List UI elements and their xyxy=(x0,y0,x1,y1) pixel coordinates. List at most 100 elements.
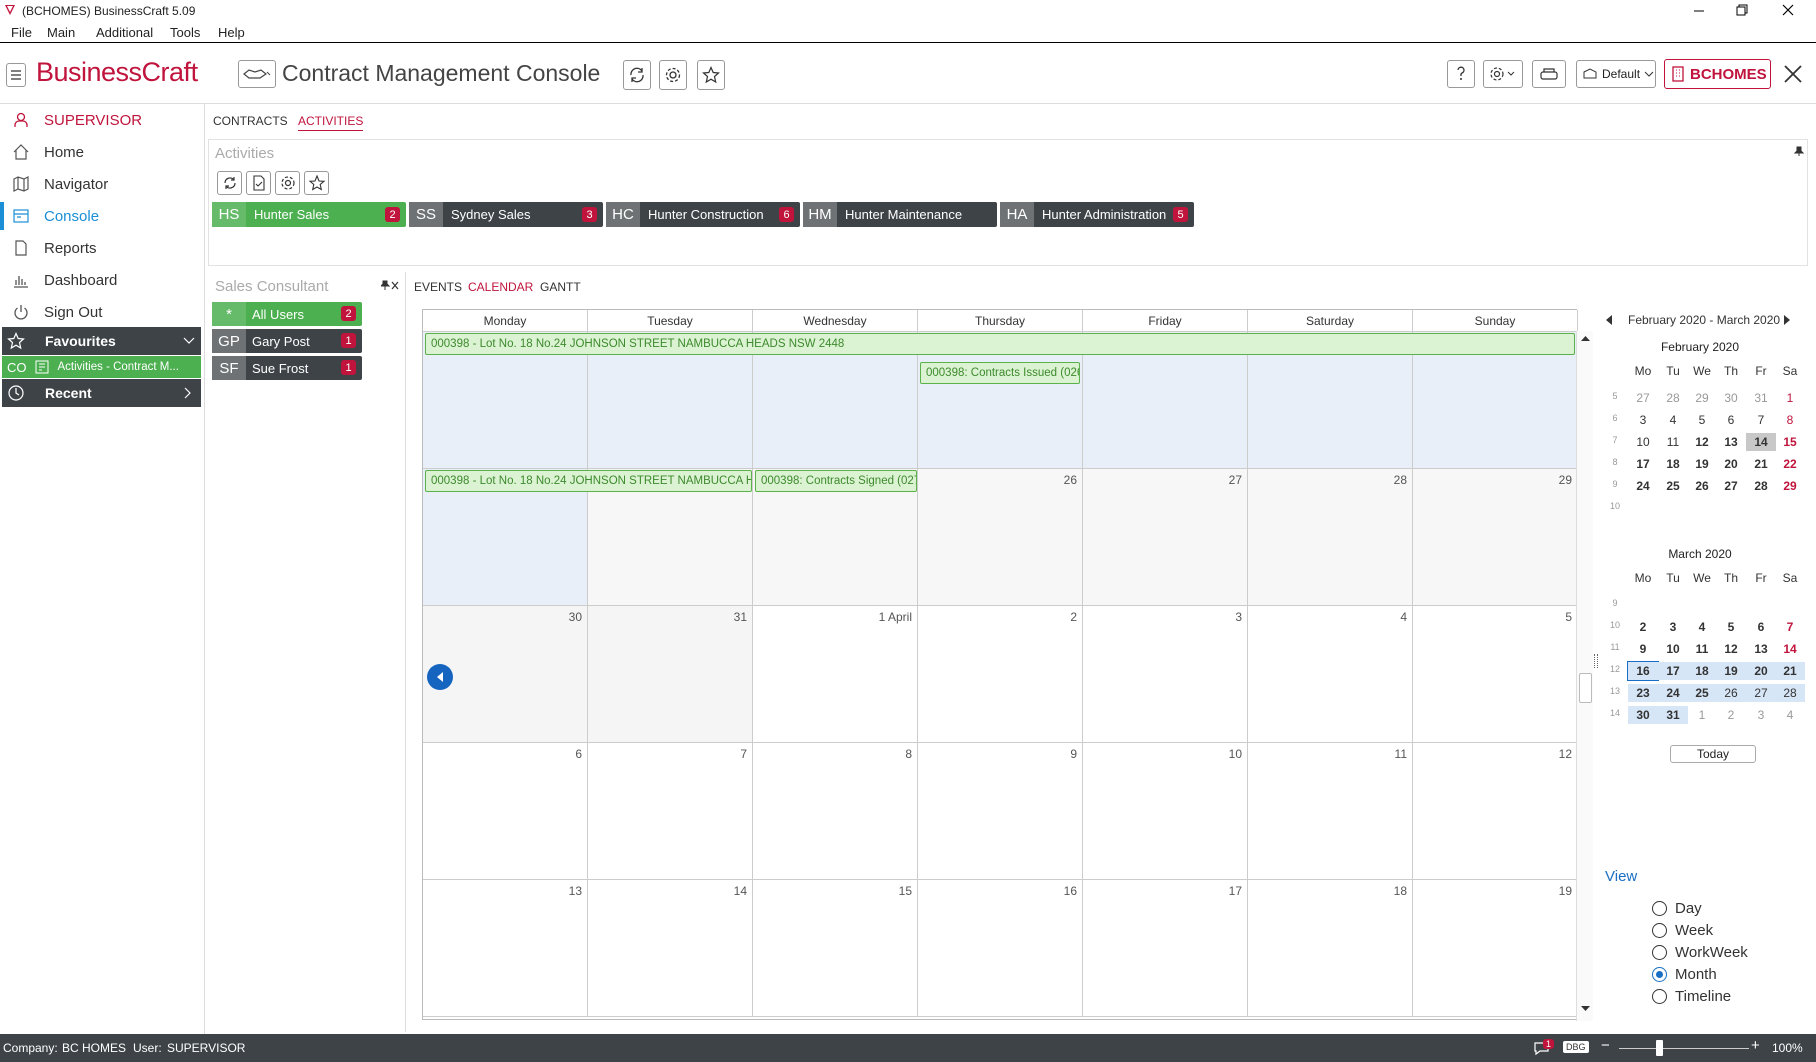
view-option-timeline[interactable]: Timeline xyxy=(1652,988,1731,1005)
today-button[interactable]: Today xyxy=(1670,745,1756,763)
mini-day[interactable]: 3 xyxy=(1628,411,1658,429)
mini-day[interactable]: 30 xyxy=(1716,389,1746,407)
calendar-day-cell[interactable]: 12 xyxy=(1413,743,1578,880)
menu-help[interactable]: Help xyxy=(218,25,245,40)
mini-day[interactable]: 27 xyxy=(1628,389,1658,407)
mini-day[interactable]: 13 xyxy=(1746,640,1776,658)
consultant-gary-post[interactable]: GP Gary Post 1 xyxy=(212,329,362,353)
mini-day[interactable]: 20 xyxy=(1746,662,1776,680)
mini-day[interactable]: 6 xyxy=(1716,411,1746,429)
mini-day[interactable]: 16 xyxy=(1627,661,1659,681)
mini-day[interactable]: 4 xyxy=(1658,411,1688,429)
tab-gantt[interactable]: GANTT xyxy=(540,280,581,294)
settings-button[interactable] xyxy=(659,60,687,90)
favourites-header[interactable]: Favourites xyxy=(2,327,201,355)
mini-day[interactable]: 15 xyxy=(1775,433,1805,451)
mini-day[interactable]: 24 xyxy=(1628,477,1658,495)
mini-day[interactable]: 21 xyxy=(1775,662,1805,680)
zoom-slider[interactable] xyxy=(1619,1048,1749,1049)
calendar-day-cell[interactable]: 17 xyxy=(1083,880,1248,1017)
mini-day[interactable]: 28 xyxy=(1658,389,1688,407)
splitter-handle[interactable] xyxy=(1594,654,1598,668)
mini-day[interactable]: 25 xyxy=(1658,477,1688,495)
mini-day[interactable]: 29 xyxy=(1775,477,1805,495)
company-button[interactable]: BCHOMES xyxy=(1664,59,1771,89)
tab-events[interactable]: EVENTS xyxy=(414,280,462,294)
calendar-day-cell[interactable]: 6 xyxy=(423,743,588,880)
mini-day[interactable]: 7 xyxy=(1746,411,1776,429)
calendar-day-cell[interactable]: 29 xyxy=(1413,469,1578,606)
restore-icon[interactable] xyxy=(1735,3,1749,17)
calendar-day-cell[interactable]: 5 xyxy=(1413,606,1578,743)
calendar-day-cell[interactable]: 4 xyxy=(1248,606,1413,743)
help-button[interactable] xyxy=(1447,60,1475,88)
pin-icon[interactable] xyxy=(1794,146,1804,156)
mini-day[interactable]: 31 xyxy=(1658,706,1688,724)
sidebar-toggle-button[interactable] xyxy=(6,63,26,87)
calendar-scrollbar[interactable] xyxy=(1576,331,1593,1021)
mini-day[interactable]: 25 xyxy=(1687,684,1717,702)
mini-day[interactable] xyxy=(1687,499,1717,517)
sidebar-item-dashboard[interactable]: Dashboard xyxy=(0,264,205,296)
calendar-event[interactable]: 000398: Contracts Issued (026 xyxy=(920,362,1080,384)
team-hunter-construction[interactable]: HC Hunter Construction 6 xyxy=(606,202,800,227)
mini-day[interactable]: 20 xyxy=(1716,455,1746,473)
mini-day[interactable]: 7 xyxy=(1775,618,1805,636)
scrollbar-thumb[interactable] xyxy=(1579,673,1592,703)
favourite-button[interactable] xyxy=(697,60,725,90)
mini-day[interactable]: 6 xyxy=(1746,618,1776,636)
team-hunter-maintenance[interactable]: HM Hunter Maintenance xyxy=(803,202,997,227)
profile-dropdown[interactable]: Default xyxy=(1576,60,1656,88)
calendar-day-cell[interactable]: 2 xyxy=(918,606,1083,743)
calendar-event[interactable]: 000398 - Lot No. 18 No.24 JOHNSON STREET… xyxy=(425,470,752,492)
mini-day[interactable]: 19 xyxy=(1716,662,1746,680)
mini-day[interactable] xyxy=(1716,499,1746,517)
calendar-day-cell[interactable]: 19 xyxy=(1413,880,1578,1017)
sidebar-item-console[interactable]: Console xyxy=(0,200,205,232)
mini-day[interactable]: 21 xyxy=(1746,455,1776,473)
sidebar-item-home[interactable]: Home xyxy=(0,136,205,168)
menu-main[interactable]: Main xyxy=(47,25,75,40)
calendar-day-cell[interactable]: 18 xyxy=(1248,880,1413,1017)
minimize-icon[interactable] xyxy=(1692,4,1706,18)
mini-day[interactable]: 27 xyxy=(1746,684,1776,702)
mini-day[interactable]: 23 xyxy=(1628,684,1658,702)
calendar-day-cell[interactable]: 16 xyxy=(918,880,1083,1017)
radio-circle[interactable] xyxy=(1652,989,1667,1004)
mini-day[interactable]: 26 xyxy=(1687,477,1717,495)
mini-day[interactable]: 5 xyxy=(1687,411,1717,429)
mini-day[interactable]: 17 xyxy=(1628,455,1658,473)
zoom-slider-thumb[interactable] xyxy=(1656,1040,1663,1056)
mini-day[interactable]: 18 xyxy=(1658,455,1688,473)
calendar-day-cell[interactable]: 10 xyxy=(1083,743,1248,880)
prev-month-icon[interactable] xyxy=(1605,315,1613,325)
calendar-event[interactable]: 000398 - Lot No. 18 No.24 JOHNSON STREET… xyxy=(425,333,1575,355)
mini-day[interactable] xyxy=(1658,499,1688,517)
mini-day[interactable]: 2 xyxy=(1628,618,1658,636)
team-hunter-sales[interactable]: HS Hunter Sales 2 xyxy=(212,202,406,227)
mini-day[interactable] xyxy=(1628,499,1658,517)
debug-badge[interactable]: DBG xyxy=(1563,1041,1589,1053)
calendar-day-cell[interactable]: 7 xyxy=(588,743,753,880)
module-switcher-button[interactable] xyxy=(238,60,276,88)
mini-day[interactable]: 1 xyxy=(1687,706,1717,724)
favourite-item-activities[interactable]: CO Activities - Contract M... xyxy=(2,356,201,378)
mini-day[interactable]: 4 xyxy=(1687,618,1717,636)
mini-day[interactable]: 19 xyxy=(1687,455,1717,473)
view-option-week[interactable]: Week xyxy=(1652,922,1713,939)
sidebar-item-navigator[interactable]: Navigator xyxy=(0,168,205,200)
close-console-icon[interactable] xyxy=(1783,64,1803,84)
calendar-day-cell[interactable]: 11 xyxy=(1248,743,1413,880)
team-hunter-administration[interactable]: HA Hunter Administration 5 xyxy=(1000,202,1194,227)
calendar-day-cell[interactable]: 27 xyxy=(1083,469,1248,606)
radio-circle[interactable] xyxy=(1652,901,1667,916)
tab-activities[interactable]: ACTIVITIES xyxy=(298,114,364,131)
view-option-month[interactable]: Month xyxy=(1652,966,1717,983)
mini-day[interactable]: 22 xyxy=(1775,455,1805,473)
view-option-workweek[interactable]: WorkWeek xyxy=(1652,944,1748,961)
recent-header[interactable]: Recent xyxy=(2,379,201,407)
mini-day[interactable]: 28 xyxy=(1775,684,1805,702)
menu-additional[interactable]: Additional xyxy=(96,25,153,40)
mini-day[interactable]: 11 xyxy=(1658,433,1688,451)
sidebar-item-reports[interactable]: Reports xyxy=(0,232,205,264)
